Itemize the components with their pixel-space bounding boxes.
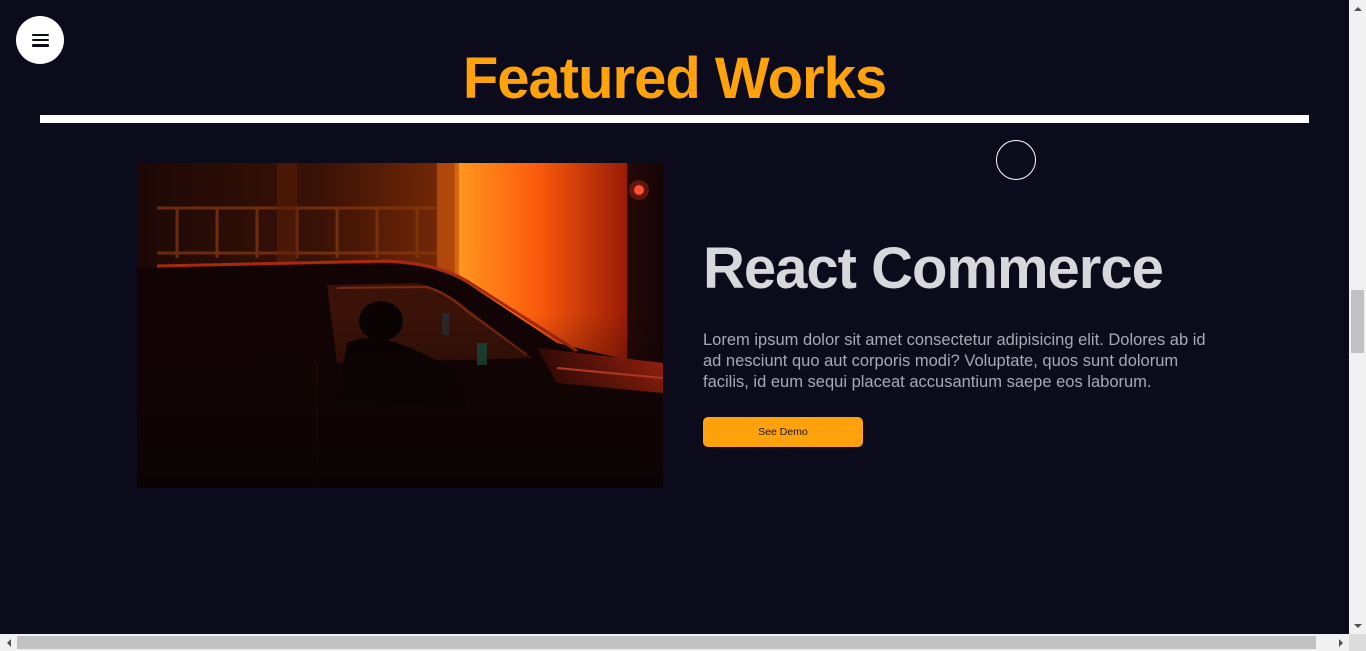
project-description: Lorem ipsum dolor sit amet consectetur a…	[703, 331, 1206, 391]
scrollbar-corner	[1349, 634, 1366, 651]
project-title: React Commerce	[703, 236, 1164, 301]
title-divider	[40, 115, 1309, 123]
page: Featured Works React Commerce Lorem ipsu…	[0, 0, 1349, 634]
horizontal-scroll-thumb[interactable]	[17, 636, 1316, 649]
horizontal-scrollbar[interactable]	[0, 634, 1349, 651]
see-demo-button[interactable]: See Demo	[703, 417, 863, 447]
section-title: Featured Works	[462, 46, 887, 111]
scroll-down-icon[interactable]	[1349, 617, 1366, 634]
vertical-scrollbar[interactable]	[1349, 0, 1366, 634]
scroll-up-icon[interactable]	[1349, 0, 1366, 17]
project-image	[137, 163, 663, 488]
cursor-ring-icon	[996, 140, 1036, 180]
vertical-scroll-thumb[interactable]	[1351, 290, 1364, 353]
scroll-right-icon[interactable]	[1332, 634, 1349, 651]
scroll-left-icon[interactable]	[0, 634, 17, 651]
